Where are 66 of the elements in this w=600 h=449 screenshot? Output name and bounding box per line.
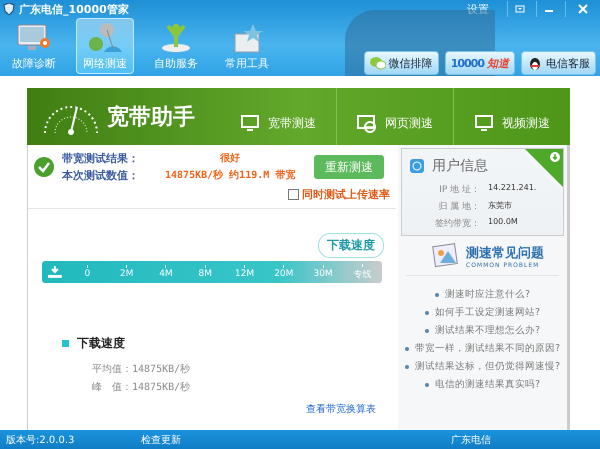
scale-tick: 20M xyxy=(264,265,304,279)
bullet-icon xyxy=(434,292,439,296)
result-label: 本次测试数值： xyxy=(62,168,139,183)
penguin-icon xyxy=(527,55,543,71)
check-icon xyxy=(34,157,54,177)
scale-tick: 2M xyxy=(107,265,146,279)
upload-label: 同时测试上传速率 xyxy=(302,187,390,202)
result-label: 带宽测试结果： xyxy=(62,151,139,166)
nav-tab[interactable]: 常用工具 xyxy=(218,18,276,74)
faq-link[interactable]: 测速时应注意什么? xyxy=(444,288,530,301)
dropdown-icon xyxy=(515,4,525,14)
speed-bubble: 下载速度 xyxy=(318,233,384,258)
peak-value: 峰 值：14875KB/秒 xyxy=(91,380,192,394)
bullet-icon xyxy=(424,382,429,386)
monitor-icon xyxy=(240,114,260,132)
check-update-link[interactable]: 检查更新 xyxy=(141,432,451,446)
bullet-icon xyxy=(404,364,409,368)
close-icon xyxy=(578,4,588,14)
faq-link[interactable]: 测试结果达标，但仍觉得网速慢? xyxy=(414,360,560,373)
bullet-icon xyxy=(404,346,409,350)
scale-tick: 专线 xyxy=(342,264,382,280)
nav-tab[interactable]: 网络测速 xyxy=(76,18,134,74)
window-title: 广东电信_10000管家 xyxy=(19,2,129,16)
monitor-icon xyxy=(474,114,494,132)
quick-button[interactable]: 电信客服 xyxy=(521,51,596,75)
conversion-table-link[interactable]: 查看带宽换算表 xyxy=(306,402,376,416)
faq-title: 测速常见问题 xyxy=(466,244,544,262)
nav-tab[interactable]: 故障诊断 xyxy=(5,18,63,74)
faq-link[interactable]: 带宽一样，测试结果不同的原因? xyxy=(414,342,560,355)
upload-checkbox[interactable] xyxy=(288,189,299,200)
legend-label: 下载速度 xyxy=(77,335,125,352)
globe-gauge-icon xyxy=(87,22,123,54)
info-label: 归 属 地： xyxy=(437,200,480,213)
quick-button[interactable]: 微信排障 xyxy=(364,51,439,75)
scale-tick: 0 xyxy=(68,265,108,279)
scale-tick: 12M xyxy=(224,265,264,279)
info-value: 14.221.241. xyxy=(488,183,538,194)
info-value: 东莞市 xyxy=(488,200,513,212)
version-label: 版本号:2.0.0.3 xyxy=(6,434,76,446)
info-label: IP 地 址： xyxy=(438,184,480,196)
scale-tick: 8M xyxy=(186,265,225,279)
settings-link[interactable]: 设置 xyxy=(467,2,489,16)
scale-tick: 4M xyxy=(146,265,186,279)
user-info-icon xyxy=(410,159,424,173)
result-value: 很好 xyxy=(218,152,242,166)
chat-bubbles-icon xyxy=(370,55,386,71)
faq-link[interactable]: 如何手工设定测速网站? xyxy=(434,306,540,319)
shield-icon xyxy=(3,3,15,15)
bullet-icon xyxy=(424,310,429,314)
faq-link[interactable]: 测试结果不理想怎么办? xyxy=(434,324,540,337)
test-tab[interactable]: 宽带测速 xyxy=(220,88,336,145)
user-info-title: 用户信息 xyxy=(432,157,488,175)
legend-square xyxy=(62,340,69,347)
carrier-label: 广东电信 xyxy=(451,434,491,446)
faq-link[interactable]: 电信的测速结果真实吗? xyxy=(434,378,540,391)
info-value: 100.0M xyxy=(488,217,519,228)
retest-button[interactable]: 重新测速 xyxy=(314,155,384,179)
nav-tab[interactable]: 自助服务 xyxy=(147,18,205,74)
result-value: 14875KB/秒 约119.M 带宽 xyxy=(165,168,296,183)
average-value: 平均值：14875KB/秒 xyxy=(91,362,192,376)
quick-button[interactable]: 10000 知道 xyxy=(444,51,515,75)
download-icon xyxy=(48,266,62,278)
info-label: 签约带宽： xyxy=(434,218,480,230)
banner-title: 宽带助手 xyxy=(107,104,195,132)
bullet-icon xyxy=(424,328,429,332)
scale-tick: 30M xyxy=(303,265,343,279)
